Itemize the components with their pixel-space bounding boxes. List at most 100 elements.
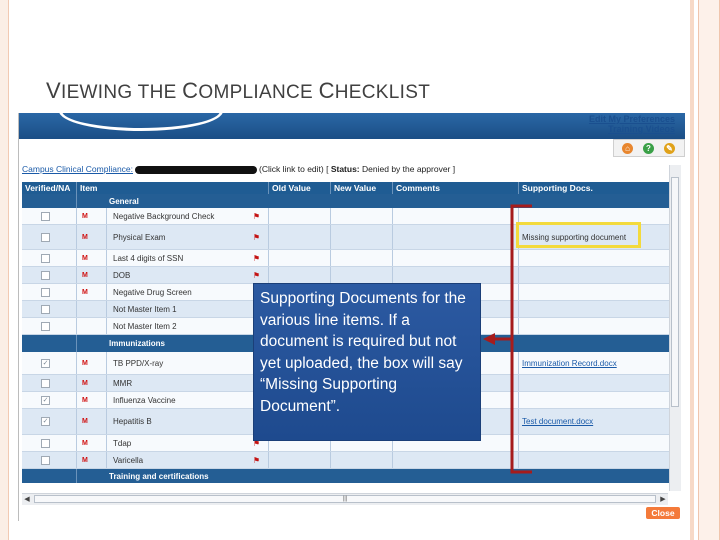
supporting-docs-cell xyxy=(518,318,671,334)
verified-checkbox[interactable]: ✓ xyxy=(41,417,50,426)
horizontal-scrollbar[interactable]: ◀ ||| ▶ xyxy=(22,493,668,505)
table-row: M Last 4 digits of SSN ⚑ xyxy=(22,250,671,267)
new-value-cell xyxy=(330,225,392,249)
breadcrumb: Campus Clinical Compliance: (Click link t… xyxy=(22,164,455,174)
item-cell: M MMR xyxy=(76,375,268,391)
flag-icon[interactable]: ⚑ xyxy=(253,233,268,242)
verified-checkbox[interactable] xyxy=(41,321,50,331)
verified-checkbox[interactable] xyxy=(41,287,50,297)
edit-preferences-link[interactable]: Edit My Preferences xyxy=(589,114,675,124)
slide-left-stripe xyxy=(0,0,9,540)
verified-cell xyxy=(22,208,76,224)
supporting-docs-cell xyxy=(518,301,671,317)
supporting-docs-cell xyxy=(518,392,671,408)
new-value-cell xyxy=(330,452,392,468)
item-name: Negative Drug Screen xyxy=(106,284,192,300)
item-cell: M Negative Drug Screen xyxy=(76,284,268,300)
verified-checkbox[interactable] xyxy=(41,304,50,314)
item-name: Negative Background Check xyxy=(106,208,214,224)
new-value-cell xyxy=(330,250,392,266)
verified-cell xyxy=(22,452,76,468)
verified-cell xyxy=(22,318,76,334)
item-cell: M Negative Background Check ⚑ xyxy=(76,208,268,224)
title-text-3: HECKLIST xyxy=(334,82,431,103)
item-name: Hepatitis B xyxy=(106,409,152,434)
item-cell: Not Master Item 1 xyxy=(76,301,268,317)
verified-checkbox[interactable] xyxy=(41,253,50,263)
app-banner xyxy=(19,113,685,139)
verified-cell: ✓ xyxy=(22,392,76,408)
scroll-left-icon[interactable]: ◀ xyxy=(22,494,32,505)
mandatory-marker: M xyxy=(82,379,88,387)
title-cap-1: V xyxy=(46,78,61,103)
column-header: Verified/NA xyxy=(25,183,71,193)
verified-cell xyxy=(22,435,76,451)
old-value-cell xyxy=(268,250,330,266)
verified-checkbox[interactable] xyxy=(41,211,50,221)
edit-icon[interactable]: ✎ xyxy=(664,143,675,154)
scroll-right-icon[interactable]: ▶ xyxy=(658,494,668,505)
old-value-cell xyxy=(268,267,330,283)
item-name: Not Master Item 2 xyxy=(106,318,177,334)
supporting-docs-cell xyxy=(518,267,671,283)
title-cap-3: C xyxy=(318,78,335,103)
item-name: Influenza Vaccine xyxy=(106,392,176,408)
supporting-docs-cell xyxy=(518,284,671,300)
old-value-cell xyxy=(268,225,330,249)
mandatory-marker: M xyxy=(82,418,88,425)
comments-cell xyxy=(392,452,518,468)
supporting-docs-cell: Immunization Record.docx xyxy=(518,352,671,374)
verified-cell: ✓ xyxy=(22,352,76,374)
compliance-link[interactable]: Campus Clinical Compliance: xyxy=(22,164,133,174)
item-name: Physical Exam xyxy=(106,225,165,249)
flag-icon[interactable]: ⚑ xyxy=(253,212,268,221)
document-link[interactable]: Test document.docx xyxy=(522,417,593,426)
verified-checkbox[interactable]: ✓ xyxy=(41,358,50,368)
verified-checkbox[interactable] xyxy=(41,270,50,280)
status-label: Status: xyxy=(330,164,360,174)
item-cell: M TB PPD/X-ray xyxy=(76,352,268,374)
mandatory-marker: M xyxy=(82,254,88,262)
training-videos-link[interactable]: Training Videos xyxy=(589,124,675,134)
supporting-docs-cell: Test document.docx xyxy=(518,409,671,434)
verified-checkbox[interactable] xyxy=(41,438,50,448)
vertical-scrollbar[interactable] xyxy=(669,165,681,491)
new-value-cell xyxy=(330,208,392,224)
verified-checkbox[interactable] xyxy=(41,455,50,465)
home-icon[interactable]: ⌂ xyxy=(622,143,633,154)
flag-icon[interactable]: ⚑ xyxy=(253,254,268,263)
table-row: M DOB ⚑ xyxy=(22,267,671,284)
verified-cell xyxy=(22,250,76,266)
redacted-name xyxy=(135,165,258,174)
mandatory-marker: M xyxy=(82,233,88,241)
mandatory-marker: M xyxy=(82,212,88,220)
horizontal-scroll-thumb[interactable]: ||| xyxy=(34,495,656,503)
item-cell: M Varicella ⚑ xyxy=(76,452,268,468)
callout-box: Supporting Documents for the various lin… xyxy=(253,283,481,441)
verified-checkbox[interactable]: ✓ xyxy=(41,395,50,405)
vertical-scroll-thumb[interactable] xyxy=(671,177,679,407)
supporting-docs-cell xyxy=(518,375,671,391)
document-link[interactable]: Immunization Record.docx xyxy=(522,359,617,368)
mandatory-marker: M xyxy=(82,288,88,296)
column-header: Supporting Docs. xyxy=(518,182,671,194)
section-header: General xyxy=(22,194,671,208)
column-header: Item xyxy=(76,182,268,194)
mandatory-marker: M xyxy=(82,439,88,447)
item-cell: Not Master Item 2 xyxy=(76,318,268,334)
flag-icon[interactable]: ⚑ xyxy=(253,456,268,465)
item-name: MMR xyxy=(106,375,132,391)
close-button[interactable]: Close xyxy=(646,507,680,519)
item-name: Not Master Item 1 xyxy=(106,301,177,317)
section-title: Training and certifications xyxy=(76,469,376,483)
verified-cell xyxy=(22,284,76,300)
verified-checkbox[interactable] xyxy=(41,232,50,242)
comments-cell xyxy=(392,208,518,224)
verified-checkbox[interactable] xyxy=(41,378,50,388)
help-icon[interactable]: ? xyxy=(643,143,654,154)
item-name: TB PPD/X-ray xyxy=(106,352,163,374)
flag-icon[interactable]: ⚑ xyxy=(253,271,268,280)
new-value-cell xyxy=(330,267,392,283)
